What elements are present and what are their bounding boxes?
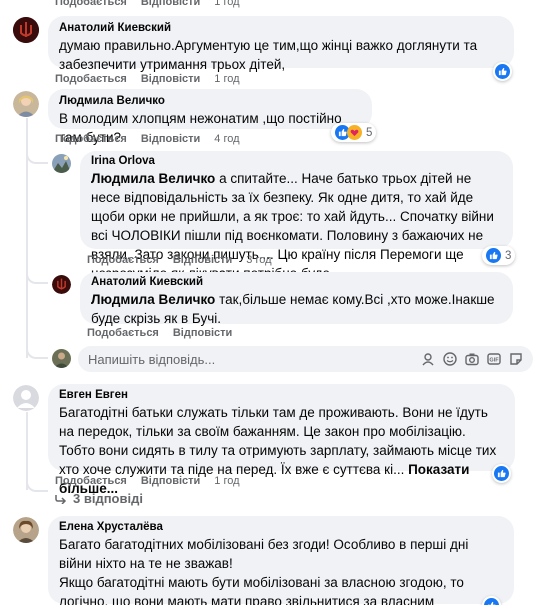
care-reaction-icon bbox=[347, 125, 362, 140]
like-button[interactable]: Подобається bbox=[55, 133, 127, 145]
view-replies-link[interactable]: 3 відповіді bbox=[55, 491, 143, 506]
timestamp[interactable]: 3 год bbox=[246, 254, 271, 266]
like-button[interactable]: Подобається bbox=[55, 475, 127, 487]
timestamp[interactable]: 4 год bbox=[214, 133, 239, 145]
reply-input-bar[interactable]: GIF bbox=[78, 346, 533, 372]
comment-author[interactable]: Анатолий Киевский bbox=[59, 22, 503, 34]
like-reaction-icon bbox=[484, 598, 499, 605]
avatar[interactable] bbox=[52, 275, 71, 294]
reply-bubble: Irina Orlova Людмила Величко а спитайте.… bbox=[80, 151, 513, 281]
reply-actions: Подобається Відповісти bbox=[87, 327, 232, 339]
mention-link[interactable]: Людмила Величко bbox=[91, 171, 215, 186]
thread-branch bbox=[26, 146, 48, 164]
replies-count[interactable]: 3 відповіді bbox=[73, 491, 143, 506]
reply-button[interactable]: Відповісти bbox=[141, 133, 200, 145]
timestamp[interactable]: 1 год bbox=[214, 0, 239, 8]
avatar[interactable] bbox=[13, 385, 39, 411]
comment-bubble: Евген Евген Багатодітні батьки служать т… bbox=[48, 384, 515, 496]
reply-bubble: Анатолий Киевский Людмила Величко так,бі… bbox=[80, 272, 513, 326]
trident-logo-icon bbox=[13, 17, 39, 43]
comment-text: Багато багатодітних мобілізовані без зго… bbox=[59, 537, 469, 605]
emoji-icon[interactable] bbox=[443, 352, 457, 366]
reply-button[interactable]: Відповісти bbox=[141, 475, 200, 487]
top-comment-actions: Подобається Відповісти 1 год bbox=[55, 0, 240, 8]
reply-input[interactable] bbox=[88, 351, 421, 367]
profile-photo-icon bbox=[13, 517, 39, 543]
current-user-avatar bbox=[52, 349, 71, 368]
sticker-icon[interactable] bbox=[509, 352, 523, 366]
comment-bubble: Елена Хрусталёва Багато багатодітних моб… bbox=[48, 516, 514, 605]
like-button[interactable]: Подобається bbox=[55, 0, 127, 8]
comment-bubble: Людмила Величко В молодим хлопцям нежона… bbox=[48, 89, 372, 145]
like-reaction-icon bbox=[494, 466, 509, 481]
comment-actions: Подобається Відповісти 1 год bbox=[55, 475, 240, 487]
input-tools: GIF bbox=[421, 352, 523, 366]
trident-logo-icon bbox=[52, 275, 71, 294]
thread-branch bbox=[26, 341, 48, 359]
profile-photo-icon bbox=[52, 349, 71, 368]
timestamp[interactable]: 1 год bbox=[214, 73, 239, 85]
default-profile-icon bbox=[13, 385, 39, 411]
avatar[interactable] bbox=[13, 91, 39, 117]
reply-button[interactable]: Відповісти bbox=[141, 0, 200, 8]
reply-text-container: Людмила Величко так,більше немає кому.Вс… bbox=[91, 290, 502, 328]
comment-bubble: Анатолий Киевский думаю правильно.Аргуме… bbox=[48, 16, 514, 72]
reply-button[interactable]: Відповісти bbox=[141, 73, 200, 85]
like-button[interactable]: Подобається bbox=[87, 254, 159, 266]
comment-author[interactable]: Евген Евген bbox=[59, 389, 504, 401]
reply-button[interactable]: Відповісти bbox=[173, 254, 232, 266]
reaction-badge[interactable]: 3 bbox=[482, 246, 516, 265]
reaction-count: 5 bbox=[366, 126, 373, 139]
reply-actions: Подобається Відповісти 3 год bbox=[87, 254, 272, 266]
gif-icon[interactable]: GIF bbox=[487, 352, 501, 366]
thread-branch bbox=[26, 266, 48, 284]
avatar[interactable] bbox=[52, 154, 71, 173]
reaction-count: 3 bbox=[505, 249, 512, 262]
reply-button[interactable]: Відповісти bbox=[173, 327, 232, 339]
comment-actions: Подобається Відповісти 1 год bbox=[55, 73, 240, 85]
avatar[interactable] bbox=[13, 17, 39, 43]
reaction-badge[interactable]: 5 bbox=[331, 123, 377, 142]
comment-actions: Подобається Відповісти 4 год bbox=[55, 133, 240, 145]
like-button[interactable]: Подобається bbox=[87, 327, 159, 339]
reply-arrow-icon bbox=[55, 494, 67, 504]
timestamp[interactable]: 1 год bbox=[214, 475, 239, 487]
reply-author[interactable]: Irina Orlova bbox=[91, 155, 502, 167]
svg-text:GIF: GIF bbox=[489, 358, 499, 364]
camera-icon[interactable] bbox=[465, 352, 479, 366]
like-reaction-icon bbox=[495, 64, 510, 79]
avatar[interactable] bbox=[13, 517, 39, 543]
mention-link[interactable]: Людмила Величко bbox=[91, 292, 215, 307]
reply-author[interactable]: Анатолий Киевский bbox=[91, 276, 502, 288]
comment-author[interactable]: Елена Хрусталёва bbox=[59, 521, 503, 533]
avatar-sticker-icon[interactable] bbox=[421, 352, 435, 366]
profile-photo-icon bbox=[52, 154, 71, 173]
comment-author[interactable]: Людмила Величко bbox=[59, 95, 361, 107]
comment-text: думаю правильно.Аргументую це тим,що жін… bbox=[59, 38, 478, 72]
thread-branch bbox=[26, 478, 48, 492]
like-reaction-icon bbox=[486, 248, 501, 263]
reaction-badge[interactable] bbox=[492, 464, 511, 483]
profile-photo-icon bbox=[13, 91, 39, 117]
like-button[interactable]: Подобається bbox=[55, 73, 127, 85]
reaction-badge[interactable] bbox=[493, 62, 512, 81]
